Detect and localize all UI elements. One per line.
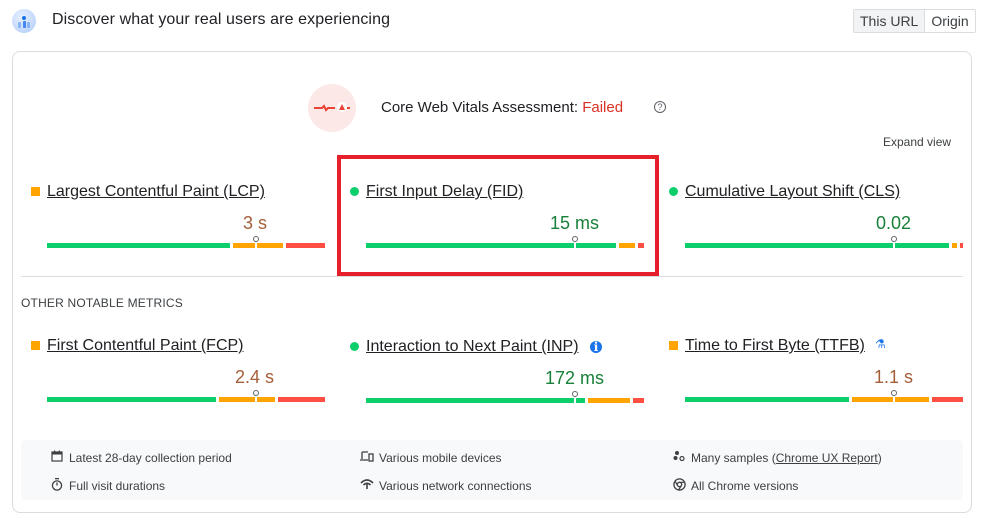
experimental-flask-icon: ⚗ bbox=[875, 337, 886, 351]
good-segment bbox=[47, 243, 231, 248]
assessment-label: Core Web Vitals Assessment: bbox=[381, 99, 579, 116]
p75-marker bbox=[571, 391, 578, 403]
footer-item: Many samples (Chrome UX Report) bbox=[672, 450, 882, 465]
footer-text: Many samples ( bbox=[691, 450, 776, 465]
chrome-icon bbox=[672, 478, 686, 494]
this-url-tab[interactable]: This URL bbox=[854, 10, 926, 32]
metric-name-link[interactable]: Cumulative Layout Shift (CLS) bbox=[685, 183, 900, 201]
distribution-bar bbox=[685, 390, 963, 402]
good-segment bbox=[366, 398, 586, 403]
metric-value: 3 s bbox=[243, 213, 268, 233]
p75-marker bbox=[890, 236, 897, 248]
metric-value: 1.1 s bbox=[874, 367, 914, 387]
good-segment bbox=[685, 397, 849, 402]
metric-ttfb: Time to First Byte (TTFB) ⚗ 1.1 s bbox=[669, 337, 969, 417]
metric-name-link[interactable]: First Contentful Paint (FCP) bbox=[47, 337, 244, 355]
footer-text: Latest 28-day collection period bbox=[69, 450, 232, 465]
metric-fcp: First Contentful Paint (FCP) 2.4 s bbox=[31, 337, 331, 417]
needs-improvement-segment bbox=[951, 243, 958, 248]
stopwatch-icon bbox=[50, 478, 64, 494]
chrome-ux-report-link[interactable]: Chrome UX Report bbox=[776, 451, 878, 465]
footer-item: All Chrome versions bbox=[672, 478, 798, 494]
other-metrics-heading: OTHER NOTABLE METRICS bbox=[21, 296, 183, 310]
help-icon[interactable]: ? bbox=[654, 101, 666, 113]
needs-improvement-segment bbox=[219, 397, 275, 402]
distribution-bar bbox=[366, 391, 644, 403]
good-indicator-icon bbox=[669, 187, 678, 196]
metric-inp: Interaction to Next Paint (INP) i 172 ms bbox=[350, 338, 650, 418]
samples-icon bbox=[672, 450, 686, 465]
url-origin-toggle: This URL Origin bbox=[853, 9, 976, 33]
expand-view-link[interactable]: Expand view bbox=[883, 135, 951, 149]
origin-tab[interactable]: Origin bbox=[925, 10, 974, 32]
assessment-status: Failed bbox=[582, 99, 624, 116]
crux-users-icon bbox=[12, 9, 36, 33]
metric-name-link[interactable]: Time to First Byte (TTFB) bbox=[685, 337, 865, 355]
divider bbox=[21, 276, 963, 277]
footer-text: Various network connections bbox=[379, 478, 532, 493]
footer-item: Full visit durations bbox=[50, 478, 165, 494]
distribution-bar bbox=[47, 390, 325, 402]
poor-segment bbox=[960, 243, 963, 248]
distribution-bar bbox=[47, 236, 325, 248]
highlight-box bbox=[337, 155, 659, 276]
needs-improvement-indicator-icon bbox=[669, 341, 678, 350]
assessment-heading: Core Web Vitals Assessment: Failed bbox=[381, 99, 623, 116]
poor-segment bbox=[286, 243, 325, 248]
poor-segment bbox=[932, 397, 963, 402]
metric-cls: Cumulative Layout Shift (CLS) 0.02 bbox=[669, 183, 969, 263]
poor-segment bbox=[277, 397, 325, 402]
needs-improvement-segment bbox=[588, 398, 630, 403]
metric-value: 0.02 bbox=[876, 213, 912, 233]
devices-icon bbox=[360, 450, 374, 465]
p75-marker bbox=[890, 390, 897, 402]
good-segment bbox=[47, 397, 217, 402]
footer-text: ) bbox=[877, 450, 882, 465]
p75-marker bbox=[252, 236, 259, 248]
footer-item: Latest 28-day collection period bbox=[50, 450, 232, 465]
footer-text: Various mobile devices bbox=[379, 450, 502, 465]
metric-value: 172 ms bbox=[545, 368, 605, 388]
calendar-icon bbox=[50, 450, 64, 465]
footer-text: Full visit durations bbox=[69, 479, 166, 493]
network-icon bbox=[360, 478, 374, 493]
info-icon[interactable]: i bbox=[590, 341, 602, 353]
poor-segment bbox=[632, 398, 644, 403]
header: Discover what your real users are experi… bbox=[0, 0, 985, 42]
p75-marker bbox=[252, 390, 259, 402]
good-indicator-icon bbox=[350, 342, 359, 351]
needs-improvement-indicator-icon bbox=[31, 187, 40, 196]
heartbeat-failed-icon bbox=[308, 84, 356, 132]
needs-improvement-indicator-icon bbox=[31, 341, 40, 350]
metric-name-link[interactable]: Largest Contentful Paint (LCP) bbox=[47, 183, 265, 201]
section-title: Discover what your real users are experi… bbox=[52, 11, 391, 28]
good-segment bbox=[685, 243, 949, 248]
metric-name-link[interactable]: Interaction to Next Paint (INP) bbox=[366, 338, 579, 356]
footer-item: Various network connections bbox=[360, 478, 532, 493]
distribution-bar bbox=[685, 236, 963, 248]
footer-item: Various mobile devices bbox=[360, 450, 502, 465]
metric-lcp: Largest Contentful Paint (LCP) 3 s bbox=[31, 183, 331, 263]
metric-value: 2.4 s bbox=[235, 367, 275, 387]
footer-text: All Chrome versions bbox=[691, 479, 799, 493]
